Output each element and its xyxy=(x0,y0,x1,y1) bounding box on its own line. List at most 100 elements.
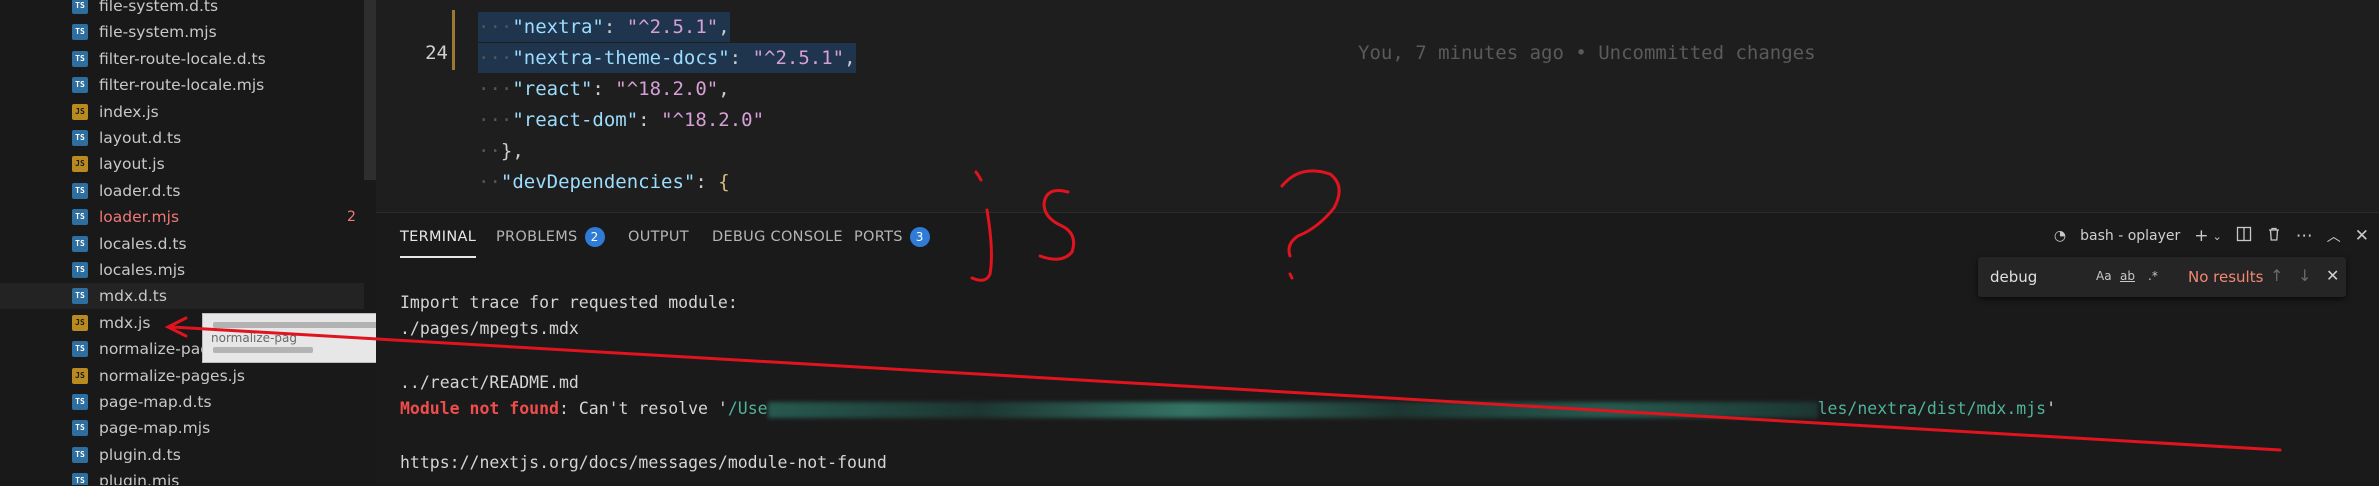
json-key: "react-dom" xyxy=(512,109,639,131)
file-label: layout.js xyxy=(99,155,165,174)
terminal-line: Import trace for requested module: xyxy=(400,293,738,312)
file-item[interactable]: TS filter-route-locale.d.ts xyxy=(0,46,364,72)
file-label: page-map.d.ts xyxy=(99,393,212,411)
code-line: ··}, xyxy=(478,136,524,166)
tab-terminal[interactable]: TERMINAL xyxy=(400,225,477,258)
json-key: "devDependencies" xyxy=(500,171,696,193)
whitespace-dots: ··· xyxy=(478,78,513,100)
more-icon[interactable]: ⋯ xyxy=(2296,226,2313,246)
terminal-link[interactable]: https://nextjs.org/docs/messages/module-… xyxy=(400,453,887,472)
close-panel-icon[interactable]: ✕ xyxy=(2355,226,2369,246)
line-number: 24 xyxy=(425,42,448,64)
whitespace-dots: ·· xyxy=(478,171,501,193)
file-item[interactable]: TS page-map.d.ts xyxy=(0,389,364,415)
code-line: ···"nextra": "^2.5.1", xyxy=(478,12,730,42)
file-label: layout.d.ts xyxy=(99,129,182,147)
file-item[interactable]: TS plugin.mjs xyxy=(0,468,364,485)
code-punct: , xyxy=(718,16,730,38)
drag-ghost-label: normalize-pag xyxy=(211,331,297,345)
find-result: No results xyxy=(2188,268,2264,286)
typescript-file-icon: TS xyxy=(72,182,88,199)
tab-label: TERMINAL xyxy=(400,229,477,245)
redacted-path xyxy=(767,401,1818,418)
file-item[interactable]: TS locales.mjs xyxy=(0,257,364,283)
javascript-file-icon: JS xyxy=(72,103,88,120)
code-punct: }, xyxy=(500,140,524,162)
file-label: filter-route-locale.mjs xyxy=(99,76,265,95)
code-line: ···"nextra-theme-docs": "^2.5.1", xyxy=(478,43,856,73)
file-item[interactable]: TS page-map.mjs xyxy=(0,415,364,441)
file-label: loader.d.ts xyxy=(99,181,181,200)
file-item[interactable]: TS filter-route-locale.mjs xyxy=(0,72,364,98)
typescript-file-icon: TS xyxy=(72,77,88,94)
terminal-shell-icon: ◔ xyxy=(2053,228,2067,244)
json-value: "^2.5.1" xyxy=(752,47,845,69)
bottom-panel: TERMINAL PROBLEMS 2 OUTPUT DEBUG CONSOLE PORT… xyxy=(376,212,2379,486)
terminal-label[interactable]: bash - oplayer xyxy=(2080,228,2180,244)
arrow-up-icon[interactable]: ↑ xyxy=(2270,266,2283,285)
terminal-error-line: Module not found: Can't resolve '/Use les… xyxy=(400,399,2056,418)
code-colon: : xyxy=(695,171,719,193)
match-case-toggle[interactable]: Aa xyxy=(2096,269,2112,283)
typescript-file-icon: TS xyxy=(72,420,88,437)
file-item[interactable]: TS mdx.d.ts xyxy=(0,283,364,310)
file-item[interactable]: JS layout.js xyxy=(0,151,364,177)
file-item[interactable]: TS layout.d.ts xyxy=(0,125,364,151)
trash-icon[interactable] xyxy=(2266,226,2282,247)
typescript-file-icon: TS xyxy=(72,394,88,410)
file-item[interactable]: TS loader.mjs 2 xyxy=(0,204,364,230)
tab-debug-console[interactable]: DEBUG CONSOLE xyxy=(712,225,843,249)
file-item[interactable]: TS file-system.mjs xyxy=(0,19,364,45)
code-punct: , xyxy=(718,78,730,100)
typescript-file-icon: TS xyxy=(72,24,88,41)
javascript-file-icon: JS xyxy=(72,314,88,331)
whitespace-dots: ·· xyxy=(478,140,501,162)
file-label: index.js xyxy=(99,102,159,121)
new-terminal-icon[interactable]: + xyxy=(2194,226,2208,246)
file-item[interactable]: JS index.js xyxy=(0,99,364,125)
code-colon: : xyxy=(603,16,627,38)
chevron-down-icon[interactable]: ⌄ xyxy=(2213,230,2222,243)
split-terminal-icon[interactable] xyxy=(2236,226,2252,247)
json-key: "react" xyxy=(512,78,593,100)
typescript-file-icon: TS xyxy=(72,341,88,358)
file-item[interactable]: TS plugin.d.ts xyxy=(0,442,364,468)
find-input[interactable] xyxy=(1988,264,2092,290)
whitespace-dots: ··· xyxy=(478,47,513,69)
javascript-file-icon: JS xyxy=(72,156,88,173)
json-value: "^18.2.0" xyxy=(661,109,765,131)
typescript-file-icon: TS xyxy=(72,288,88,305)
tab-problems[interactable]: PROBLEMS 2 xyxy=(496,225,605,249)
file-item[interactable]: TS file-system.d.ts xyxy=(0,0,364,19)
json-value: "^18.2.0" xyxy=(615,78,719,100)
git-change-gutter xyxy=(452,10,455,70)
typescript-file-icon: TS xyxy=(72,235,88,252)
regex-toggle[interactable]: .* xyxy=(2148,269,2158,283)
file-item[interactable]: TS loader.d.ts xyxy=(0,178,364,204)
match-word-toggle[interactable]: ab xyxy=(2120,269,2135,283)
maximize-panel-icon[interactable]: ︿ xyxy=(2327,226,2341,246)
tab-output[interactable]: OUTPUT xyxy=(628,225,689,249)
code-colon: : xyxy=(729,47,753,69)
error-quote: ' xyxy=(2046,399,2057,418)
file-label: mdx.d.ts xyxy=(99,287,167,306)
file-item[interactable]: JS normalize-pages.js xyxy=(0,363,364,389)
file-label: locales.mjs xyxy=(99,261,186,279)
terminal-line: ./pages/mpegts.mdx xyxy=(400,319,579,338)
tab-badge: 3 xyxy=(909,227,930,247)
close-find-icon[interactable]: ✕ xyxy=(2326,266,2339,285)
error-path-start: /Use xyxy=(727,399,768,418)
error-path-end: les/nextra/dist/mdx.mjs xyxy=(1817,399,2047,418)
typescript-file-icon: TS xyxy=(72,130,88,146)
code-editor[interactable]: 24 ···"nextra": "^2.5.1", ···"nextra-them… xyxy=(376,0,2379,212)
tab-label: OUTPUT xyxy=(628,229,689,245)
arrow-down-icon[interactable]: ↓ xyxy=(2298,266,2311,285)
tab-label: PORTS xyxy=(854,229,903,245)
sidebar-scrollbar[interactable] xyxy=(364,0,376,180)
file-label: mdx.js xyxy=(99,313,151,332)
tab-ports[interactable]: PORTS 3 xyxy=(854,225,930,249)
file-label: file-system.d.ts xyxy=(99,0,219,15)
problem-count-badge: 2 xyxy=(347,209,356,226)
error-label: Module not found xyxy=(400,399,559,418)
file-item[interactable]: TS locales.d.ts xyxy=(0,231,364,257)
